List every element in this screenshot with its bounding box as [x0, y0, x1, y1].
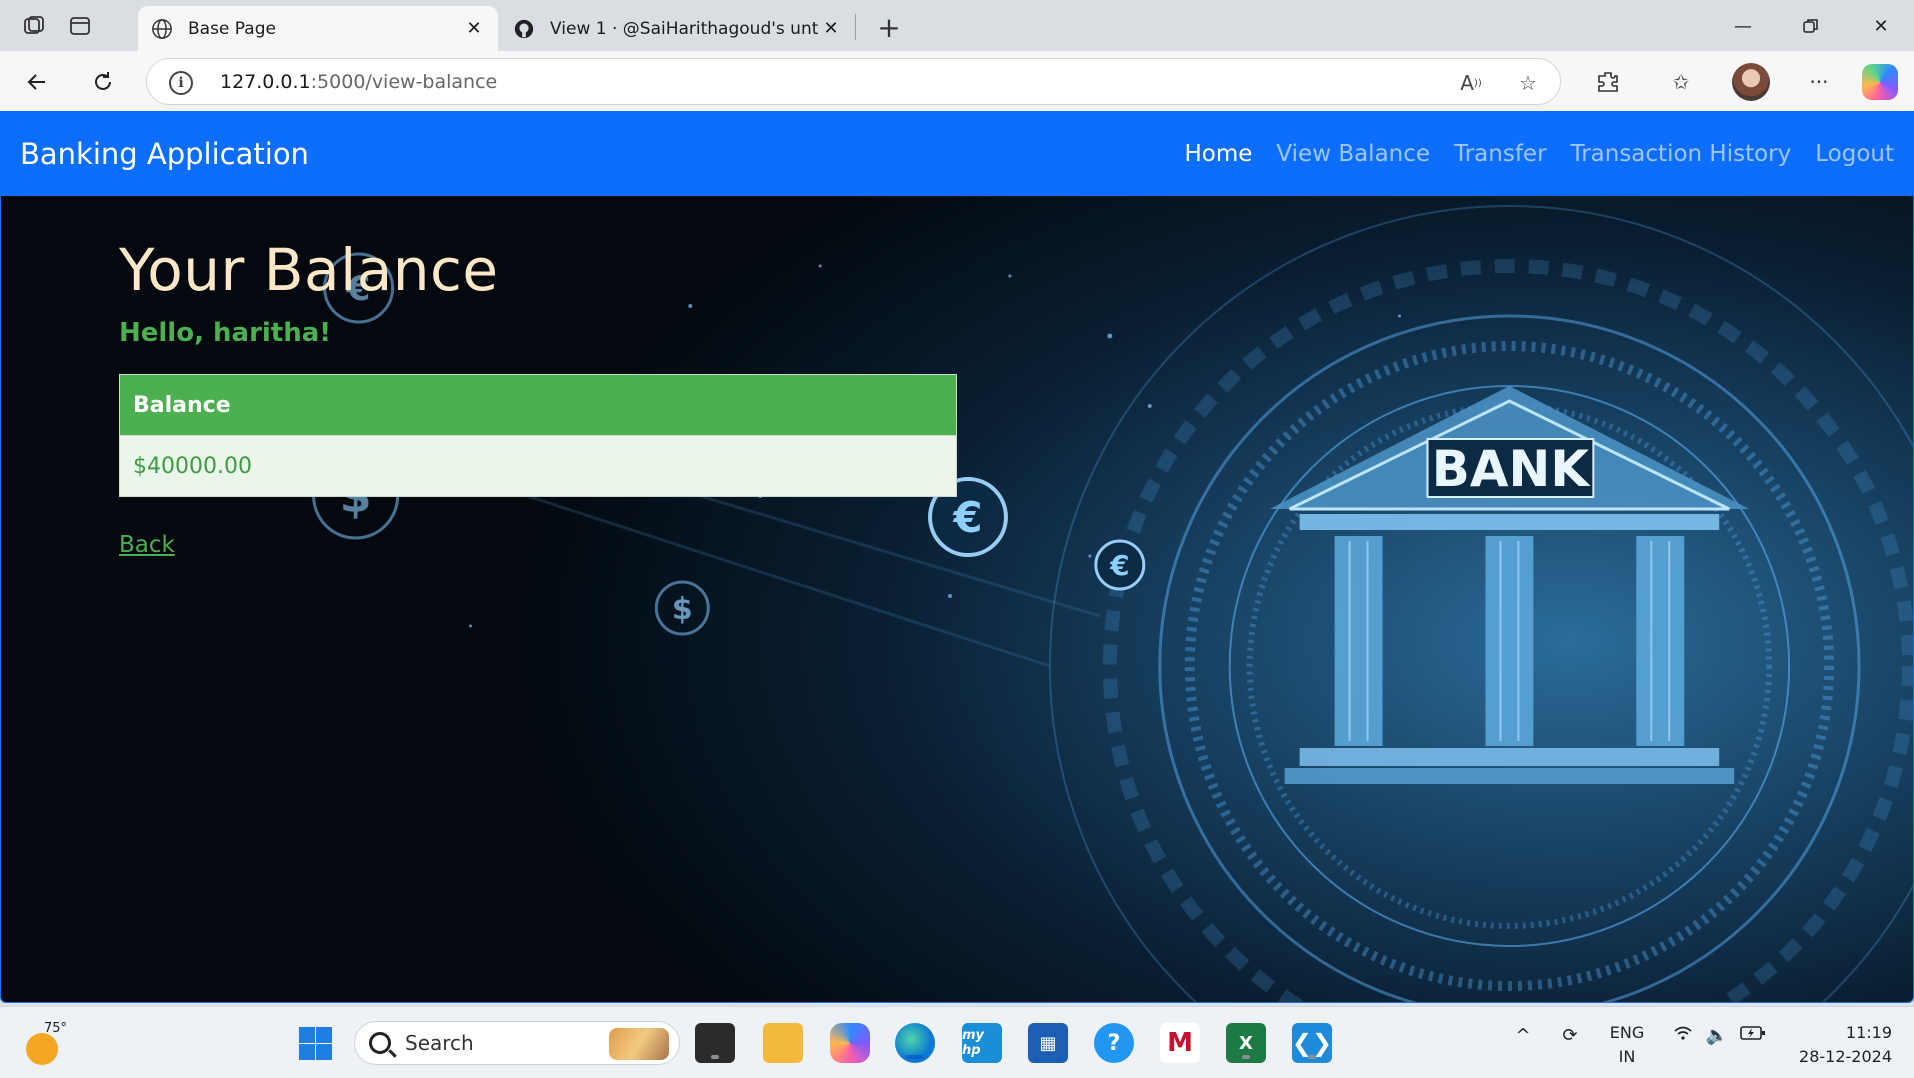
get-help-icon[interactable]: ? [1094, 1023, 1134, 1063]
restore-icon[interactable] [1786, 8, 1836, 44]
language-indicator[interactable]: ENG IN [1602, 1021, 1652, 1069]
workspaces-icon[interactable] [20, 12, 48, 40]
extensions-icon[interactable] [1591, 65, 1625, 99]
tab-base-page[interactable]: Base Page ✕ [138, 6, 498, 51]
refresh-icon[interactable] [84, 63, 122, 101]
clock-time: 11:19 [1845, 1023, 1892, 1042]
nav-link-home[interactable]: Home [1185, 141, 1253, 167]
table-row: $40000.00 [119, 435, 957, 497]
copilot-app-icon[interactable] [830, 1023, 870, 1063]
file-explorer-icon[interactable] [763, 1023, 803, 1063]
page-title: Your Balance [119, 236, 499, 304]
weather-widget[interactable]: 75° [22, 1021, 70, 1067]
tab-title: View 1 · @SaiHarithagoud's untitl [550, 18, 819, 39]
top-navbar: Banking Application Home View Balance Tr… [1, 112, 1913, 196]
nav-links: Home View Balance Transfer Transaction H… [1185, 141, 1895, 167]
microsoft-store-icon[interactable]: ▦ [1028, 1023, 1068, 1063]
search-icon [369, 1032, 391, 1054]
show-hidden-icons-chevron[interactable]: ^ [1508, 1025, 1538, 1046]
nav-link-view-balance[interactable]: View Balance [1276, 141, 1430, 167]
svg-text:€: € [1109, 549, 1129, 582]
close-tab-icon[interactable]: ✕ [819, 17, 843, 41]
search-highlight-image [609, 1028, 669, 1060]
wifi-icon[interactable] [1668, 1025, 1698, 1041]
read-aloud-icon[interactable]: A)) [1457, 69, 1485, 97]
vscode-icon[interactable]: ❮❯ [1292, 1023, 1332, 1063]
site-info-icon[interactable]: i [169, 71, 193, 95]
close-window-icon[interactable]: ✕ [1856, 8, 1906, 44]
windows-taskbar: 75° Search my hp ▦ ? M X ❮❯ ^ ⟳ ENG IN 🔈… [0, 1006, 1914, 1078]
system-clock[interactable]: 11:19 28-12-2024 [1780, 1021, 1892, 1069]
balance-table: Balance $40000.00 [119, 374, 957, 497]
nav-link-transfer[interactable]: Transfer [1454, 141, 1546, 167]
more-menu-icon[interactable]: ··· [1802, 65, 1836, 99]
greeting-text: Hello, haritha! [119, 318, 332, 348]
profile-avatar[interactable] [1732, 63, 1770, 101]
volume-icon[interactable]: 🔈 [1702, 1025, 1732, 1046]
task-view-icon[interactable] [695, 1023, 735, 1063]
new-tab-icon[interactable]: + [872, 10, 906, 44]
github-icon [512, 17, 536, 41]
excel-icon[interactable]: X [1226, 1023, 1266, 1063]
tab-title: Base Page [188, 18, 276, 39]
myhp-icon[interactable]: my hp [962, 1023, 1002, 1063]
windows-start-icon[interactable] [295, 1023, 335, 1063]
svg-text:$: $ [672, 592, 693, 627]
balance-content: Your Balance Hello, haritha! Balance $40… [119, 236, 957, 558]
tab-actions-icon[interactable] [66, 12, 94, 40]
nav-link-logout[interactable]: Logout [1815, 141, 1894, 167]
tab-divider [855, 14, 856, 40]
nav-link-transaction-history[interactable]: Transaction History [1571, 141, 1792, 167]
globe-icon [150, 17, 174, 41]
battery-icon[interactable] [1738, 1025, 1768, 1041]
navbar-brand[interactable]: Banking Application [20, 137, 309, 171]
url-text: 127.0.0.1:5000/view-balance [220, 71, 498, 93]
balance-value: $40000.00 [119, 435, 957, 497]
edge-browser-icon[interactable] [895, 1023, 935, 1063]
close-tab-icon[interactable]: ✕ [462, 17, 486, 41]
weather-temp: 75° [44, 1021, 68, 1036]
weather-sun-icon [26, 1033, 58, 1065]
balance-header: Balance [119, 374, 957, 436]
address-bar[interactable]: i 127.0.0.1:5000/view-balance A)) ☆ [146, 58, 1561, 105]
page-viewport: Banking Application Home View Balance Tr… [0, 111, 1914, 1003]
copilot-icon[interactable] [1862, 64, 1898, 100]
hero-background: BANK € $ $ € € [1, 196, 1913, 1002]
browser-tabstrip: Base Page ✕ View 1 · @SaiHarithagoud's u… [0, 0, 1914, 51]
back-link[interactable]: Back [119, 532, 175, 558]
back-arrow-icon[interactable] [18, 63, 56, 101]
favorites-icon[interactable]: ✩ [1664, 65, 1698, 99]
address-toolbar: i 127.0.0.1:5000/view-balance A)) ☆ ✩ ··… [0, 51, 1914, 112]
bank-sign: BANK [1432, 440, 1591, 498]
favorite-star-icon[interactable]: ☆ [1514, 69, 1542, 97]
mcafee-icon[interactable]: M [1160, 1023, 1200, 1063]
minimize-icon[interactable]: — [1718, 8, 1768, 44]
search-label: Search [405, 1031, 474, 1055]
taskbar-search[interactable]: Search [354, 1021, 680, 1065]
clock-date: 28-12-2024 [1799, 1047, 1892, 1066]
tab-github-view[interactable]: View 1 · @SaiHarithagoud's untitl ✕ [500, 6, 855, 51]
sync-icon[interactable]: ⟳ [1552, 1025, 1588, 1046]
